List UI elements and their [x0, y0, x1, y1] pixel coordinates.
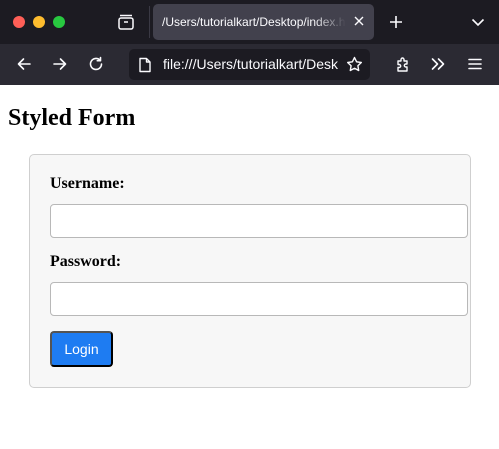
- password-label: Password:: [50, 253, 122, 270]
- forward-arrow-icon[interactable]: [50, 54, 70, 74]
- address-bar[interactable]: file:///Users/tutorialkart/Desktop/index…: [129, 49, 370, 80]
- page-title: Styled Form: [8, 105, 136, 131]
- tab-strip: /Users/tutorialkart/Desktop/index.html: [0, 0, 499, 44]
- url-text[interactable]: file:///Users/tutorialkart/Desktop/index…: [163, 56, 338, 74]
- tab-title: /Users/tutorialkart/Desktop/index.html: [162, 15, 346, 29]
- window-minimize-button[interactable]: [33, 16, 45, 28]
- username-label: Username:: [50, 175, 125, 192]
- close-icon[interactable]: [352, 14, 366, 28]
- window-close-button[interactable]: [13, 16, 25, 28]
- hamburger-menu-icon[interactable]: [465, 54, 485, 74]
- chevron-down-icon[interactable]: [469, 13, 487, 31]
- star-icon[interactable]: [345, 55, 363, 73]
- active-tab[interactable]: /Users/tutorialkart/Desktop/index.html: [153, 4, 374, 40]
- password-field[interactable]: [50, 282, 468, 316]
- puzzle-icon[interactable]: [393, 54, 413, 74]
- back-arrow-icon[interactable]: [14, 54, 34, 74]
- tab-separator: [149, 6, 150, 38]
- login-button[interactable]: Login: [50, 331, 113, 367]
- tab-list-icon[interactable]: [115, 11, 137, 33]
- plus-icon[interactable]: [386, 12, 406, 32]
- username-field[interactable]: [50, 204, 468, 238]
- window-maximize-button[interactable]: [53, 16, 65, 28]
- double-chevron-icon[interactable]: [428, 54, 448, 74]
- page-content: Styled Form Username: Password: Login: [0, 85, 499, 449]
- login-form: Username: Password: Login: [29, 154, 471, 388]
- navigation-toolbar: file:///Users/tutorialkart/Desktop/index…: [0, 44, 499, 85]
- page-icon: [138, 57, 152, 73]
- reload-icon[interactable]: [86, 54, 106, 74]
